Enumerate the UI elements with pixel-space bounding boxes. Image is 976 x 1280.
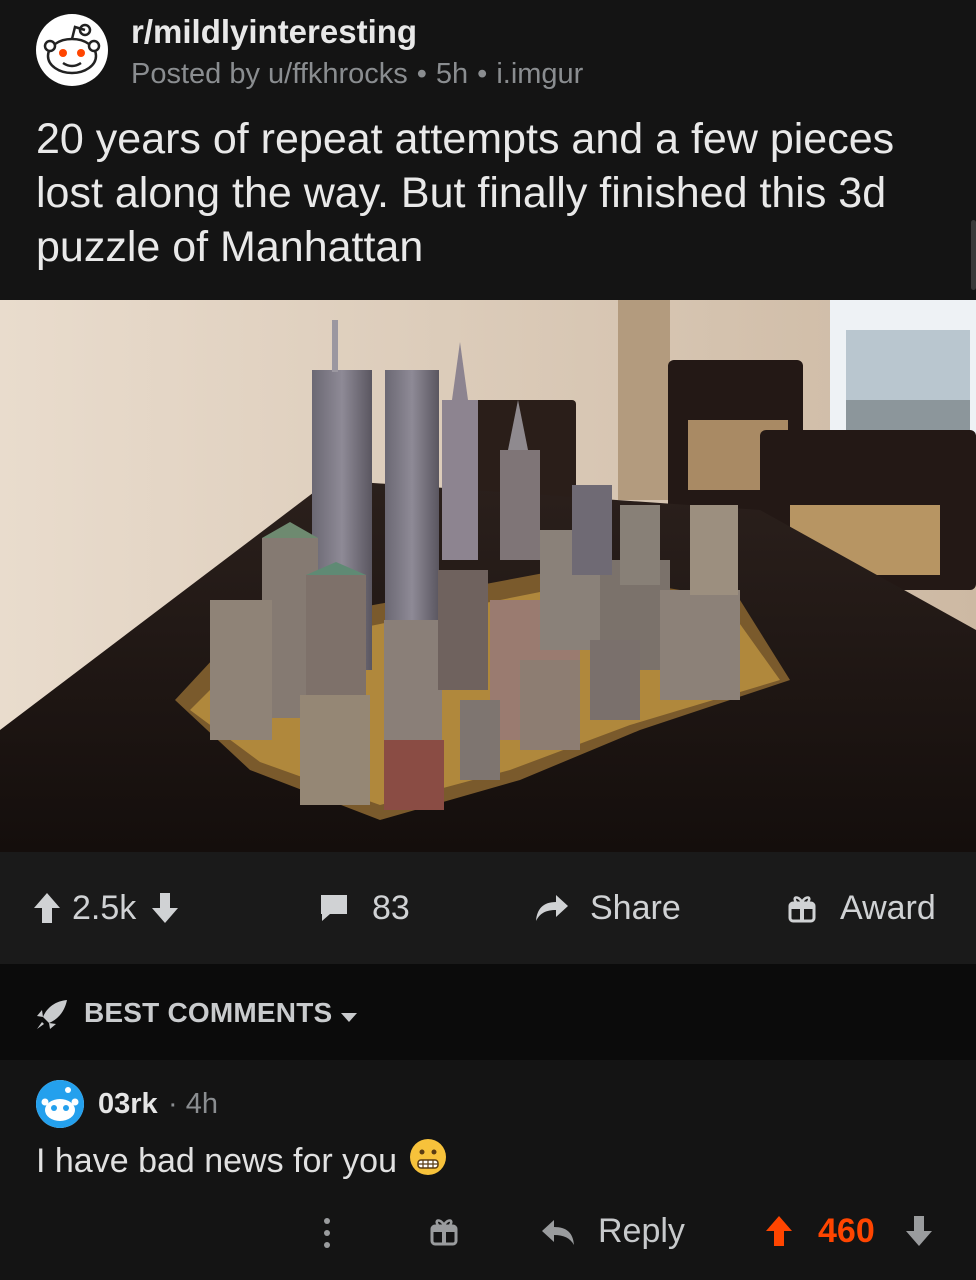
scrollbar[interactable]: [971, 220, 976, 290]
post-action-bar: 2.5k 83 Share Award: [0, 852, 976, 964]
comment-sort-bar[interactable]: BEST COMMENTS: [0, 964, 976, 1060]
post-age: 5h: [435, 58, 469, 90]
upvote-icon[interactable]: [32, 891, 62, 925]
award-label: Award: [840, 888, 936, 927]
subreddit-avatar-icon[interactable]: [36, 14, 108, 86]
comment-count: 83: [372, 888, 410, 927]
comment-meta: · 4h: [168, 1088, 218, 1121]
comment-age: 4h: [185, 1088, 218, 1120]
more-options-icon[interactable]: [322, 1216, 332, 1255]
share-button[interactable]: Share: [534, 884, 681, 932]
comment-award-icon[interactable]: [430, 1216, 458, 1251]
post-image[interactable]: [0, 300, 976, 852]
post-header: r/mildlyinteresting Posted by u/ffkhrock…: [0, 0, 976, 300]
share-label: Share: [590, 888, 681, 927]
comment-score: 460: [818, 1212, 875, 1250]
comment-body: I have bad news for you: [36, 1138, 447, 1185]
meta-separator: •: [477, 58, 488, 90]
chevron-down-icon: [340, 1010, 358, 1028]
comment-author[interactable]: 03rk: [98, 1088, 158, 1121]
post-score: 2.5k: [72, 888, 137, 927]
post-meta: Posted by u/ffkhrocks • 5h • i.imgur: [131, 58, 583, 91]
post-vote-group: 2.5k: [32, 884, 180, 932]
comment-downvote-icon[interactable]: [904, 1214, 934, 1253]
rocket-icon: [34, 998, 70, 1037]
sort-label: BEST COMMENTS: [84, 997, 333, 1028]
post-title[interactable]: 20 years of repeat attempts and a few pi…: [36, 112, 936, 274]
posted-by-prefix: Posted by: [131, 58, 260, 90]
gift-icon: [788, 893, 816, 923]
comment-bubble-icon: [318, 893, 350, 923]
comments-button[interactable]: 83: [318, 884, 410, 932]
meta-separator: •: [416, 58, 427, 90]
grimacing-emoji-icon: [409, 1138, 447, 1185]
comment-upvote-icon[interactable]: [764, 1214, 794, 1253]
post-domain[interactable]: i.imgur: [496, 58, 583, 90]
subreddit-name[interactable]: r/mildlyinteresting: [131, 13, 417, 51]
post-author[interactable]: u/ffkhrocks: [268, 58, 408, 90]
downvote-icon[interactable]: [150, 891, 180, 925]
reply-button[interactable]: Reply: [598, 1212, 685, 1251]
share-arrow-icon: [534, 893, 570, 923]
user-avatar-icon[interactable]: [36, 1080, 84, 1128]
comment: 03rk · 4h I have bad news for you Reply …: [0, 1060, 976, 1280]
award-button[interactable]: Award: [788, 884, 936, 932]
reply-arrow-icon[interactable]: [540, 1218, 576, 1251]
comment-separator: ·: [168, 1088, 178, 1120]
comment-text: I have bad news for you: [36, 1142, 398, 1180]
